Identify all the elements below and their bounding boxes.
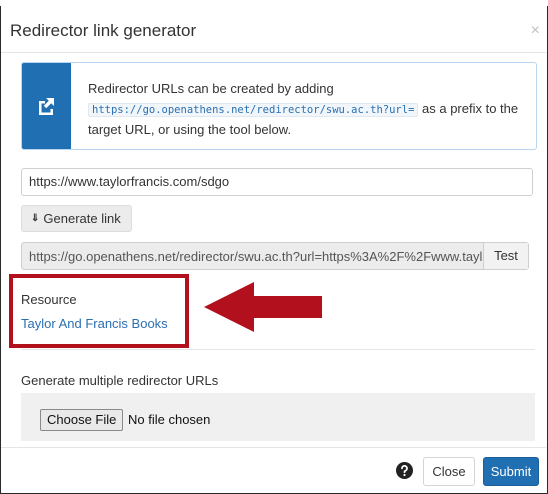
left-arrow-icon <box>204 282 322 332</box>
file-upload-area: Choose File No file chosen <box>21 393 535 441</box>
external-link-icon <box>39 98 54 115</box>
resource-highlight-box <box>9 274 189 348</box>
test-button[interactable]: Test <box>483 243 528 269</box>
file-status: No file chosen <box>128 412 211 427</box>
close-button[interactable]: Close <box>423 457 475 486</box>
footer-separator <box>1 447 546 448</box>
info-text-before: Redirector URLs can be created by adding <box>88 81 334 96</box>
target-url-input[interactable]: https://www.taylorfrancis.com/sdgo <box>21 168 533 196</box>
modal-header: Redirector link generator × <box>1 6 546 53</box>
modal-title: Redirector link generator <box>10 21 197 40</box>
submit-button[interactable]: Submit <box>483 457 539 486</box>
resource-link[interactable]: Taylor And Francis Books <box>21 316 168 331</box>
section-divider <box>21 349 535 350</box>
prefix-code: https://go.openathens.net/redirector/swu… <box>88 102 419 117</box>
info-text: Redirector URLs can be created by adding… <box>88 79 528 140</box>
multiple-urls-label: Generate multiple redirector URLs <box>21 373 219 388</box>
resource-label: Resource <box>21 292 77 307</box>
info-callout: Redirector URLs can be created by adding… <box>21 62 537 150</box>
generate-link-label: Generate link <box>43 211 121 226</box>
info-icon-cell <box>22 63 71 149</box>
choose-file-button[interactable]: Choose File <box>40 409 124 431</box>
generate-link-button[interactable]: ⇓ Generate link <box>21 205 132 232</box>
question-circle-icon[interactable] <box>396 462 413 479</box>
chevrons-down-icon: ⇓ <box>31 213 40 224</box>
close-icon[interactable]: × <box>531 23 540 39</box>
generated-url-group: https://go.openathens.net/redirector/swu… <box>21 242 529 270</box>
generated-url-field[interactable]: https://go.openathens.net/redirector/swu… <box>29 249 489 264</box>
